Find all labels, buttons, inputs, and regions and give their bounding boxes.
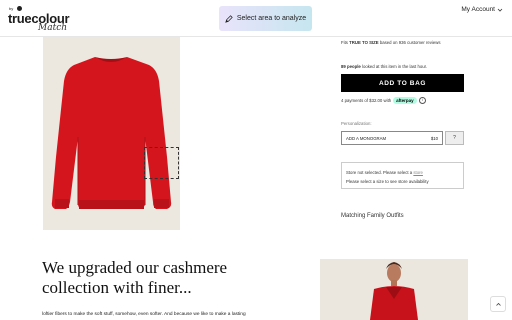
chevron-down-icon bbox=[497, 8, 503, 12]
matching-family-outfits-link[interactable]: Matching Family Outfits bbox=[341, 213, 404, 219]
viewers-text: looked at this item in the last hour. bbox=[362, 64, 427, 69]
red-sweater-illustration bbox=[51, 57, 172, 209]
fit-prefix: Fits bbox=[341, 40, 348, 45]
product-image[interactable] bbox=[43, 37, 180, 230]
top-bar: by truecolour Match Select area to analy… bbox=[0, 0, 512, 37]
selection-area-box[interactable] bbox=[144, 147, 179, 179]
headline-line-2: collection with finer... bbox=[42, 278, 192, 297]
model-figure-illustration bbox=[370, 262, 418, 320]
viewers-count: 89 people bbox=[341, 64, 361, 69]
logo-script: Match bbox=[38, 23, 68, 33]
payment-info: 4 payments of $32.00 with afterpay i bbox=[341, 97, 426, 104]
store-line-2: Please select a size to see store availa… bbox=[346, 179, 429, 184]
headline-line-1: We upgraded our cashmere bbox=[42, 258, 228, 277]
payments-text: 4 payments of $32.00 with bbox=[341, 98, 392, 103]
fit-info: Fits TRUE TO SIZE based on 936 customer … bbox=[341, 40, 441, 45]
scroll-to-top-button[interactable] bbox=[490, 296, 506, 312]
personalization-label: Personalization: bbox=[341, 121, 372, 126]
select-area-label: Select area to analyze bbox=[236, 15, 307, 22]
select-area-button[interactable]: Select area to analyze bbox=[219, 6, 312, 31]
monogram-help-button[interactable]: ? bbox=[445, 131, 464, 145]
my-account-menu[interactable]: My Account bbox=[461, 6, 503, 13]
fit-true-to-size: TRUE TO SIZE bbox=[349, 40, 379, 45]
truecolour-logo[interactable]: by truecolour Match bbox=[8, 4, 70, 33]
info-icon[interactable]: i bbox=[418, 97, 426, 104]
store-line-1: Store not selected. Please select a stor… bbox=[346, 168, 459, 177]
viewers-info: 89 people looked at this item in the las… bbox=[341, 64, 427, 69]
monogram-label: ADD A MONOGRAM bbox=[346, 135, 387, 141]
add-to-bag-button[interactable]: ADD TO BAG bbox=[341, 74, 464, 92]
my-account-label: My Account bbox=[461, 6, 495, 13]
story-body-text: loftier fibers to make the soft stuff, s… bbox=[42, 312, 246, 317]
afterpay-badge[interactable]: afterpay bbox=[393, 97, 417, 104]
store-text: Store not selected. Please select a bbox=[346, 170, 413, 175]
fit-suffix: based on 936 customer reviews bbox=[379, 40, 441, 45]
arrow-up-icon bbox=[495, 302, 501, 306]
store-availability-box: Store not selected. Please select a stor… bbox=[341, 162, 464, 189]
pen-select-icon bbox=[225, 14, 233, 23]
model-photo bbox=[320, 259, 468, 320]
store-link[interactable]: store bbox=[413, 170, 423, 175]
story-headline: We upgraded our cashmere collection with… bbox=[42, 258, 227, 298]
monogram-price: $10 bbox=[430, 135, 438, 141]
add-monogram-button[interactable]: ADD A MONOGRAM $10 bbox=[341, 131, 443, 145]
